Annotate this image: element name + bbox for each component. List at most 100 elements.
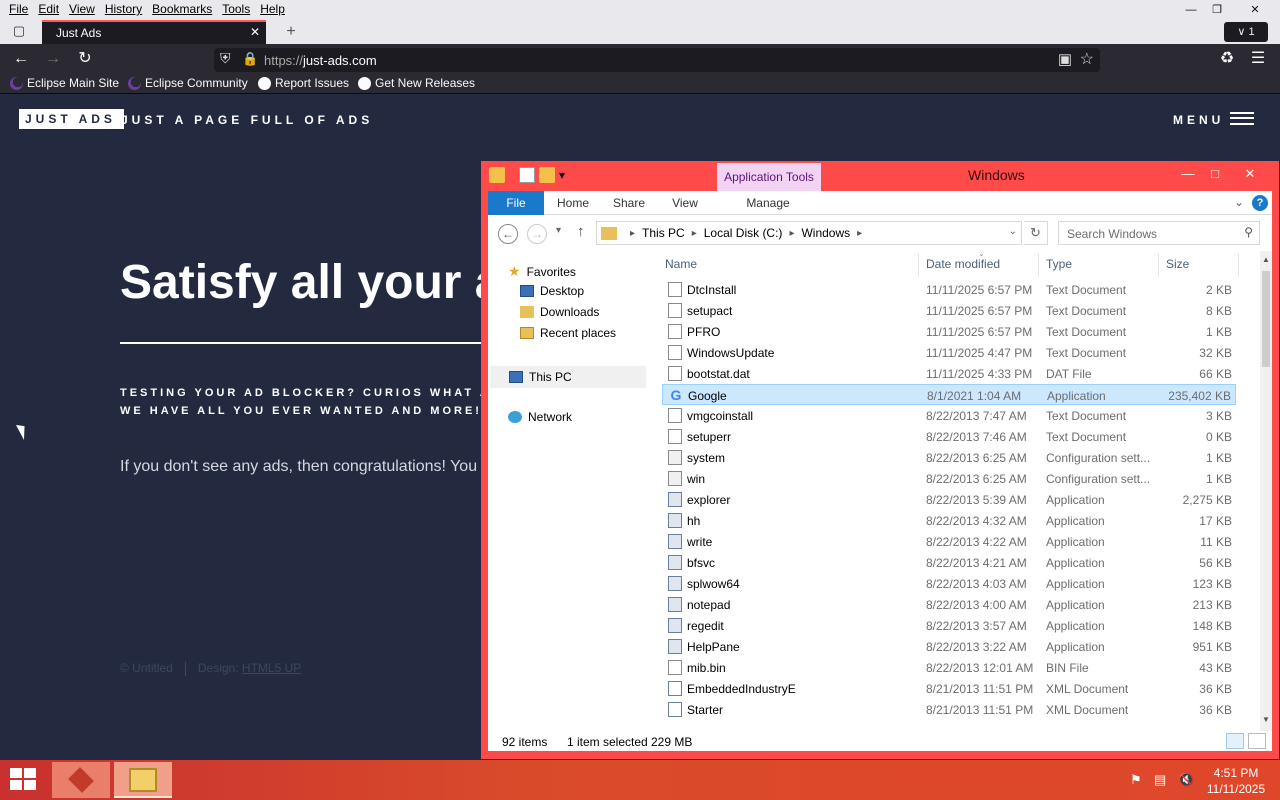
bookmark-eclipse-community[interactable]: Eclipse Community — [128, 76, 248, 90]
menu-view[interactable]: View — [64, 2, 100, 16]
breadcrumb-this-pc[interactable]: This PC — [642, 226, 685, 240]
breadcrumb-separator-icon[interactable]: ▸ — [630, 228, 635, 239]
nav-favorites[interactable]: ★ Favorites — [508, 263, 576, 280]
reader-view-icon[interactable]: ▣ — [1058, 50, 1072, 68]
bookmark-star-icon[interactable]: ☆ — [1080, 49, 1094, 69]
taskbar-file-explorer-button[interactable] — [114, 762, 172, 798]
taskbar-clock[interactable]: 4:51 PM 11/11/2025 — [1200, 765, 1272, 797]
volume-muted-icon[interactable]: 🔇 — [1178, 772, 1194, 788]
tab-home[interactable]: Home — [552, 191, 594, 215]
nav-recent-places[interactable]: Recent places — [520, 326, 616, 340]
details-view-icon[interactable] — [1226, 733, 1244, 749]
large-icons-view-icon[interactable] — [1248, 733, 1266, 749]
file-row[interactable]: bootstat.dat 11/11/2025 4:33 PM DAT File 66… — [662, 363, 1236, 384]
tab-list-icon[interactable]: ▢ — [6, 23, 32, 41]
file-row[interactable]: explorer 8/22/2013 5:39 AM Application 2,27… — [662, 489, 1236, 510]
lock-icon[interactable]: 🔒 — [242, 51, 258, 67]
tab-share[interactable]: Share — [608, 191, 650, 215]
breadcrumb[interactable]: ▸ This PC ▸ Local Disk (C:) ▸ Windows ▸ … — [596, 221, 1022, 245]
column-type[interactable]: Type — [1046, 257, 1072, 271]
nav-desktop[interactable]: Desktop — [520, 284, 584, 298]
file-row[interactable]: G Google 8/1/2021 1:04 AM Application 235,40… — [662, 384, 1236, 405]
file-row[interactable]: hh 8/22/2013 4:32 AM Application 17 KB — [662, 510, 1236, 531]
breadcrumb-separator-icon[interactable]: ▸ — [857, 228, 862, 239]
search-icon[interactable]: ⚲ — [1244, 225, 1253, 239]
hamburger-icon[interactable] — [1230, 112, 1254, 125]
vertical-scrollbar[interactable]: ▲ ▼ — [1260, 251, 1272, 731]
file-row[interactable]: write 8/22/2013 4:22 AM Application 11 KB — [662, 531, 1236, 552]
tab-just-ads[interactable]: Just Ads ✕ — [42, 20, 266, 44]
menu-file[interactable]: File — [4, 2, 33, 16]
new-folder-icon[interactable] — [539, 167, 555, 183]
column-divider[interactable] — [1238, 253, 1239, 277]
explorer-maximize-icon[interactable]: □ — [1200, 164, 1230, 184]
menu-history[interactable]: History — [100, 2, 147, 16]
address-dropdown-icon[interactable]: ⌄ — [1009, 226, 1017, 237]
action-center-icon[interactable]: ⚑ — [1130, 772, 1142, 788]
url-bar[interactable]: ⛨ 🔒 https://just-ads.com ▣ ☆ — [214, 48, 1100, 72]
tabs-overview-button[interactable]: ∨ 1 — [1224, 22, 1268, 42]
file-row[interactable]: bfsvc 8/22/2013 4:21 AM Application 56 KB — [662, 552, 1236, 573]
tab-file[interactable]: File — [488, 191, 544, 215]
site-logo[interactable]: JUST ADS — [19, 109, 124, 129]
file-row[interactable]: WindowsUpdate 11/11/2025 4:47 PM Text Docu… — [662, 342, 1236, 363]
file-row[interactable]: vmgcoinstall 8/22/2013 7:47 AM Text Docume… — [662, 405, 1236, 426]
customize-qat-icon[interactable]: ▾ — [559, 167, 575, 183]
file-row[interactable]: EmbeddedIndustryE 8/21/2013 11:51 PM XML D… — [662, 678, 1236, 699]
file-row[interactable]: win 8/22/2013 6:25 AM Configuration sett..… — [662, 468, 1236, 489]
extensions-icon[interactable]: ♻ — [1216, 49, 1238, 69]
help-icon[interactable]: ? — [1252, 195, 1268, 211]
hamburger-menu-icon[interactable]: ☰ — [1247, 49, 1269, 69]
file-row[interactable]: Starter 8/21/2013 11:51 PM XML Document 36 … — [662, 699, 1236, 720]
breadcrumb-separator-icon[interactable]: ▸ — [692, 228, 697, 239]
tab-manage[interactable]: Manage — [740, 191, 796, 215]
expand-ribbon-icon[interactable]: ⌄ — [1234, 195, 1244, 209]
shield-icon[interactable]: ⛨ — [220, 50, 231, 67]
scroll-down-icon[interactable]: ▼ — [1261, 715, 1271, 724]
tab-close-icon[interactable]: ✕ — [250, 25, 260, 39]
folder-icon[interactable] — [489, 167, 505, 183]
file-row[interactable]: PFRO 11/11/2025 6:57 PM Text Document 1 KB — [662, 321, 1236, 342]
taskbar-browser-button[interactable] — [52, 762, 110, 798]
file-row[interactable]: system 8/22/2013 6:25 AM Configuration set… — [662, 447, 1236, 468]
column-divider[interactable] — [1158, 253, 1159, 277]
menu-help[interactable]: Help — [255, 2, 290, 16]
menu-tools[interactable]: Tools — [217, 2, 255, 16]
url-text[interactable]: https://just-ads.com — [264, 53, 377, 68]
menu-edit[interactable]: Edit — [33, 2, 64, 16]
close-icon[interactable]: ✕ — [1237, 0, 1273, 20]
forward-icon[interactable]: → — [42, 49, 64, 69]
tab-view[interactable]: View — [664, 191, 706, 215]
nav-network[interactable]: Network — [508, 410, 572, 424]
column-date-modified[interactable]: Date modified — [926, 257, 1000, 271]
column-name[interactable]: Name — [665, 257, 697, 271]
menu-bookmarks[interactable]: Bookmarks — [147, 2, 217, 16]
file-row[interactable]: DtcInstall 11/11/2025 6:57 PM Text Documen… — [662, 279, 1236, 300]
properties-icon[interactable] — [519, 167, 535, 183]
nav-this-pc[interactable]: This PC — [490, 366, 646, 388]
explorer-minimize-icon[interactable]: — — [1173, 164, 1203, 184]
bookmark-get-new-releases[interactable]: Get New Releases — [358, 76, 475, 90]
file-row[interactable]: HelpPane 8/22/2013 3:22 AM Application 951 … — [662, 636, 1236, 657]
file-row[interactable]: setuperr 8/22/2013 7:46 AM Text Document 0 … — [662, 426, 1236, 447]
breadcrumb-local-disk[interactable]: Local Disk (C:) — [704, 226, 783, 240]
refresh-icon[interactable]: ↻ — [1024, 221, 1048, 245]
footer-design-link[interactable]: HTML5 UP — [242, 661, 301, 675]
breadcrumb-separator-icon[interactable]: ▸ — [789, 228, 794, 239]
breadcrumb-windows[interactable]: Windows — [801, 226, 850, 240]
file-row[interactable]: regedit 8/22/2013 3:57 AM Application 148 K… — [662, 615, 1236, 636]
bookmark-eclipse-main[interactable]: Eclipse Main Site — [10, 76, 119, 90]
scroll-up-icon[interactable]: ▲ — [1261, 255, 1271, 264]
file-row[interactable]: splwow64 8/22/2013 4:03 AM Application 123 … — [662, 573, 1236, 594]
search-input[interactable]: Search Windows ⚲ — [1058, 221, 1260, 245]
up-arrow-icon[interactable]: ↑ — [577, 223, 585, 240]
nav-downloads[interactable]: Downloads — [520, 305, 599, 319]
scrollbar-thumb[interactable] — [1262, 271, 1270, 367]
back-arrow-icon[interactable]: ← — [498, 224, 518, 244]
column-size[interactable]: Size — [1166, 257, 1189, 271]
file-row[interactable]: notepad 8/22/2013 4:00 AM Application 213 K… — [662, 594, 1236, 615]
file-row[interactable]: mib.bin 8/22/2013 12:01 AM BIN File 43 KB — [662, 657, 1236, 678]
site-menu-link[interactable]: MENU — [1173, 113, 1224, 127]
recent-locations-icon[interactable]: ▾ — [556, 225, 561, 236]
column-divider[interactable] — [918, 253, 919, 277]
